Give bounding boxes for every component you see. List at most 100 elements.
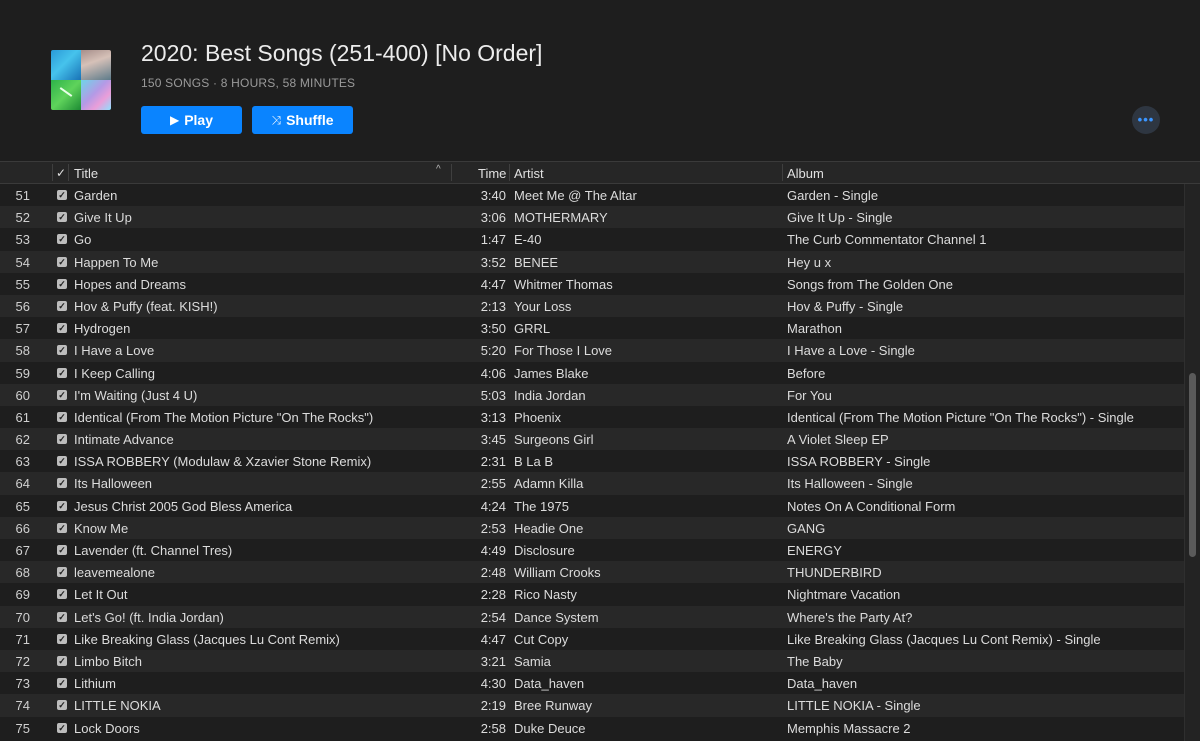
track-album[interactable]: Where's the Party At? [787,610,912,625]
track-album[interactable]: Notes On A Conditional Form [787,499,955,514]
track-row[interactable]: 64 ✓ Its Halloween 2:55 Adamn Killa Its Hallo… [0,472,1184,495]
track-checkbox[interactable]: ✓ [57,434,67,445]
track-artist[interactable]: Your Loss [514,299,571,314]
track-checkbox[interactable]: ✓ [57,678,67,689]
track-artist[interactable]: William Crooks [514,565,601,580]
track-album[interactable]: Marathon [787,321,842,336]
track-row[interactable]: 67 ✓ Lavender (ft. Channel Tres) 4:49 Disclo… [0,539,1184,562]
track-artist[interactable]: Duke Deuce [514,721,586,736]
track-artist[interactable]: For Those I Love [514,343,612,358]
track-row[interactable]: 53 ✓ Go 1:47 E-40 The Curb Commentator Channe… [0,228,1184,251]
track-row[interactable]: 63 ✓ ISSA ROBBERY (Modulaw & Xzavier Stone… [0,450,1184,473]
track-checkbox[interactable]: ✓ [57,589,67,600]
track-artist[interactable]: Headie One [514,521,583,536]
column-header-check[interactable]: ✓ [56,166,66,180]
track-checkbox[interactable]: ✓ [57,278,67,289]
track-row[interactable]: 58 ✓ I Have a Love 5:20 For Those I Love I Ha… [0,339,1184,362]
track-checkbox[interactable]: ✓ [57,367,67,378]
track-album[interactable]: Hov & Puffy - Single [787,299,903,314]
track-album[interactable]: Its Halloween - Single [787,476,913,491]
track-row[interactable]: 57 ✓ Hydrogen 3:50 GRRL Marathon [0,317,1184,340]
track-album[interactable]: Hey u x [787,255,831,270]
track-checkbox[interactable]: ✓ [57,389,67,400]
track-artist[interactable]: Whitmer Thomas [514,277,613,292]
track-checkbox[interactable]: ✓ [57,478,67,489]
track-album[interactable]: Garden - Single [787,188,878,203]
track-album[interactable]: GANG [787,521,825,536]
track-artist[interactable]: Bree Runway [514,698,592,713]
track-checkbox[interactable]: ✓ [57,545,67,555]
track-row[interactable]: 52 ✓ Give It Up 3:06 MOTHERMARY Give It Up - … [0,206,1184,229]
track-checkbox[interactable]: ✓ [57,323,67,334]
column-header-album[interactable]: Album [787,166,824,181]
track-row[interactable]: 61 ✓ Identical (From The Motion Picture "O… [0,405,1184,429]
track-checkbox[interactable]: ✓ [57,611,67,622]
track-artist[interactable]: Surgeons Girl [514,432,593,447]
track-checkbox[interactable]: ✓ [57,234,67,245]
track-checkbox[interactable]: ✓ [57,722,67,733]
track-artist[interactable]: B La B [514,454,553,469]
track-checkbox[interactable]: ✓ [57,700,67,711]
playlist-artwork[interactable] [51,50,111,110]
track-artist[interactable]: Rico Nasty [514,587,577,602]
track-artist[interactable]: James Blake [514,366,588,381]
track-artist[interactable]: E-40 [514,232,541,247]
track-checkbox[interactable]: ✓ [57,567,67,578]
track-row[interactable]: 68 ✓ leavemealone 2:48 William Crooks THUNDER… [0,561,1184,584]
track-checkbox[interactable]: ✓ [57,411,67,422]
track-row[interactable]: 55 ✓ Hopes and Dreams 4:47 Whitmer Thomas Son… [0,272,1184,295]
track-album[interactable]: Identical (From The Motion Picture "On T… [787,410,1134,425]
track-checkbox[interactable]: ✓ [57,300,67,311]
track-row[interactable]: 59 ✓ I Keep Calling 4:06 James Blake Before [0,361,1184,384]
track-album[interactable]: THUNDERBIRD [787,565,882,580]
track-checkbox[interactable]: ✓ [57,522,67,533]
track-artist[interactable]: Cut Copy [514,632,568,647]
track-artist[interactable]: Samia [514,654,551,669]
track-artist[interactable]: Meet Me @ The Altar [514,188,637,203]
sort-ascending-icon[interactable]: ^ [436,164,441,175]
track-album[interactable]: Like Breaking Glass (Jacques Lu Cont Rem… [787,632,1101,647]
track-row[interactable]: 54 ✓ Happen To Me 3:52 BENEE Hey u x [0,250,1184,273]
track-checkbox[interactable]: ✓ [57,345,67,356]
track-checkbox[interactable]: ✓ [57,190,67,200]
track-checkbox[interactable]: ✓ [57,500,67,511]
track-artist[interactable]: Data_haven [514,676,584,691]
track-album[interactable]: I Have a Love - Single [787,343,915,358]
track-album[interactable]: ENERGY [787,543,842,558]
track-album[interactable]: LITTLE NOKIA - Single [787,698,921,713]
track-artist[interactable]: Phoenix [514,410,561,425]
track-artist[interactable]: Disclosure [514,543,575,558]
track-album[interactable]: Give It Up - Single [787,210,893,225]
track-album[interactable]: Songs from The Golden One [787,277,953,292]
track-row[interactable]: 66 ✓ Know Me 2:53 Headie One GANG [0,516,1184,539]
track-checkbox[interactable]: ✓ [57,633,67,644]
shuffle-button[interactable]: ⤨ Shuffle [252,106,353,134]
track-album[interactable]: Data_haven [787,676,857,691]
track-row[interactable]: 74 ✓ LITTLE NOKIA 2:19 Bree Runway LITTLE NOK… [0,694,1184,717]
scrollbar-thumb[interactable] [1189,373,1196,557]
track-checkbox[interactable]: ✓ [57,655,67,666]
track-album[interactable]: The Curb Commentator Channel 1 [787,232,986,247]
track-album[interactable]: Nightmare Vacation [787,587,900,602]
track-row[interactable]: 60 ✓ I'm Waiting (Just 4 U) 5:03 India Jorda… [0,383,1184,406]
track-album[interactable]: Memphis Massacre 2 [787,721,911,736]
track-row[interactable]: 51 ✓ Garden 3:40 Meet Me @ The Altar Garden -… [0,184,1184,207]
vertical-scrollbar[interactable] [1184,184,1200,741]
play-button[interactable]: ▶ Play [141,106,242,134]
track-artist[interactable]: India Jordan [514,388,586,403]
track-artist[interactable]: MOTHERMARY [514,210,608,225]
column-header-artist[interactable]: Artist [514,166,544,181]
track-checkbox[interactable]: ✓ [57,456,67,467]
track-album[interactable]: For You [787,388,832,403]
track-row[interactable]: 56 ✓ Hov & Puffy (feat. KISH!) 2:13 Your Los… [0,294,1184,318]
track-artist[interactable]: GRRL [514,321,550,336]
track-artist[interactable]: BENEE [514,255,558,270]
track-row[interactable]: 72 ✓ Limbo Bitch 3:21 Samia The Baby [0,649,1184,673]
track-row[interactable]: 69 ✓ Let It Out 2:28 Rico Nasty Nightmare Vac… [0,583,1184,606]
track-album[interactable]: A Violet Sleep EP [787,432,889,447]
track-album[interactable]: ISSA ROBBERY - Single [787,454,930,469]
track-artist[interactable]: The 1975 [514,499,569,514]
track-album[interactable]: The Baby [787,654,843,669]
track-row[interactable]: 70 ✓ Let's Go! (ft. India Jordan) 2:54 Dance… [0,605,1184,628]
column-header-title[interactable]: Title [74,166,98,181]
